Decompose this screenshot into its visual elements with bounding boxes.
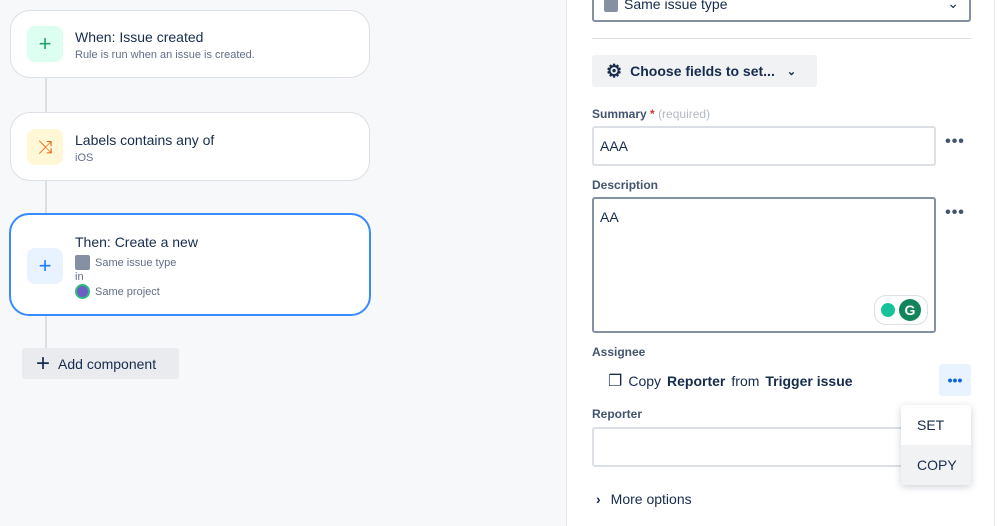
action-project: Same project (75, 284, 160, 299)
menu-item-copy[interactable]: COPY (901, 445, 971, 485)
connector (45, 78, 47, 112)
connector (45, 181, 47, 214)
condition-subtitle: iOS (75, 152, 94, 164)
action-in: in (75, 271, 84, 283)
action-title: Then: Create a new (75, 234, 198, 250)
menu-item-set[interactable]: SET (901, 405, 971, 445)
chevron-right-icon: › (596, 491, 601, 507)
description-value: AA (600, 209, 619, 225)
lightbulb-icon (881, 303, 895, 317)
rule-flow-panel: + When: Issue created Rule is run when a… (0, 0, 567, 526)
assignee-label: Assignee (592, 345, 646, 359)
trigger-card[interactable]: + When: Issue created Rule is run when a… (10, 10, 370, 78)
add-component-button[interactable]: + Add component (22, 348, 179, 379)
reporter-input[interactable] (592, 427, 912, 467)
assignee-more-button[interactable]: ••• (939, 364, 971, 396)
reporter-label: Reporter (592, 407, 643, 421)
action-issue-type: Same issue type (75, 255, 176, 270)
assignee-copy-value: ❐ Copy Reporter from Trigger issue (608, 371, 853, 391)
grammarly-icon: G (899, 299, 921, 321)
divider (592, 38, 971, 39)
chevron-down-icon: ⌄ (947, 0, 959, 11)
project-avatar-icon (75, 284, 90, 299)
copy-source: Trigger issue (765, 373, 853, 389)
trigger-subtitle: Rule is run when an issue is created. (75, 49, 255, 61)
condition-title: Labels contains any of (75, 132, 215, 148)
chevron-down-icon: ⌄ (786, 65, 797, 78)
description-input[interactable]: AA G (592, 197, 936, 333)
summary-more-icon[interactable]: ••• (942, 133, 968, 151)
summary-label: Summary * (required) (592, 107, 710, 121)
shuffle-icon: ⤨ (27, 129, 63, 165)
trigger-title: When: Issue created (75, 29, 204, 45)
plus-icon: + (27, 26, 63, 62)
issue-type-value: Same issue type (624, 0, 728, 12)
required-text: (required) (658, 107, 711, 121)
summary-label-text: Summary (592, 107, 647, 121)
condition-card[interactable]: ⤨ Labels contains any of iOS (10, 112, 370, 181)
copy-icon: ❐ (608, 373, 623, 390)
required-mark: * (650, 107, 655, 121)
connector (45, 316, 47, 348)
issue-type-select[interactable]: Same issue type ⌄ (592, 0, 971, 22)
plus-icon: + (36, 349, 51, 377)
issue-type-text: Same issue type (95, 256, 177, 269)
gear-icon: ⚙ (606, 60, 623, 81)
more-options-toggle[interactable]: › More options (596, 491, 692, 507)
project-text: Same project (95, 285, 160, 298)
grammarly-widget[interactable]: G (874, 295, 928, 325)
from-text: from (731, 373, 760, 389)
plus-icon: + (27, 248, 63, 284)
choose-fields-label: Choose fields to set... (630, 63, 775, 79)
issue-type-icon (75, 255, 90, 270)
copy-field: Reporter (667, 373, 726, 389)
set-copy-menu: SET COPY (901, 405, 971, 485)
issue-type-icon (604, 0, 618, 12)
action-card[interactable]: + Then: Create a new Same issue type in … (9, 213, 371, 316)
more-options-label: More options (610, 491, 692, 507)
summary-input[interactable]: AAA (592, 126, 936, 166)
copy-text: Copy (628, 373, 662, 389)
description-label: Description (592, 178, 659, 192)
choose-fields-button[interactable]: ⚙ Choose fields to set... ⌄ (592, 55, 817, 87)
add-component-label: Add component (58, 355, 157, 372)
description-more-icon[interactable]: ••• (942, 204, 968, 222)
